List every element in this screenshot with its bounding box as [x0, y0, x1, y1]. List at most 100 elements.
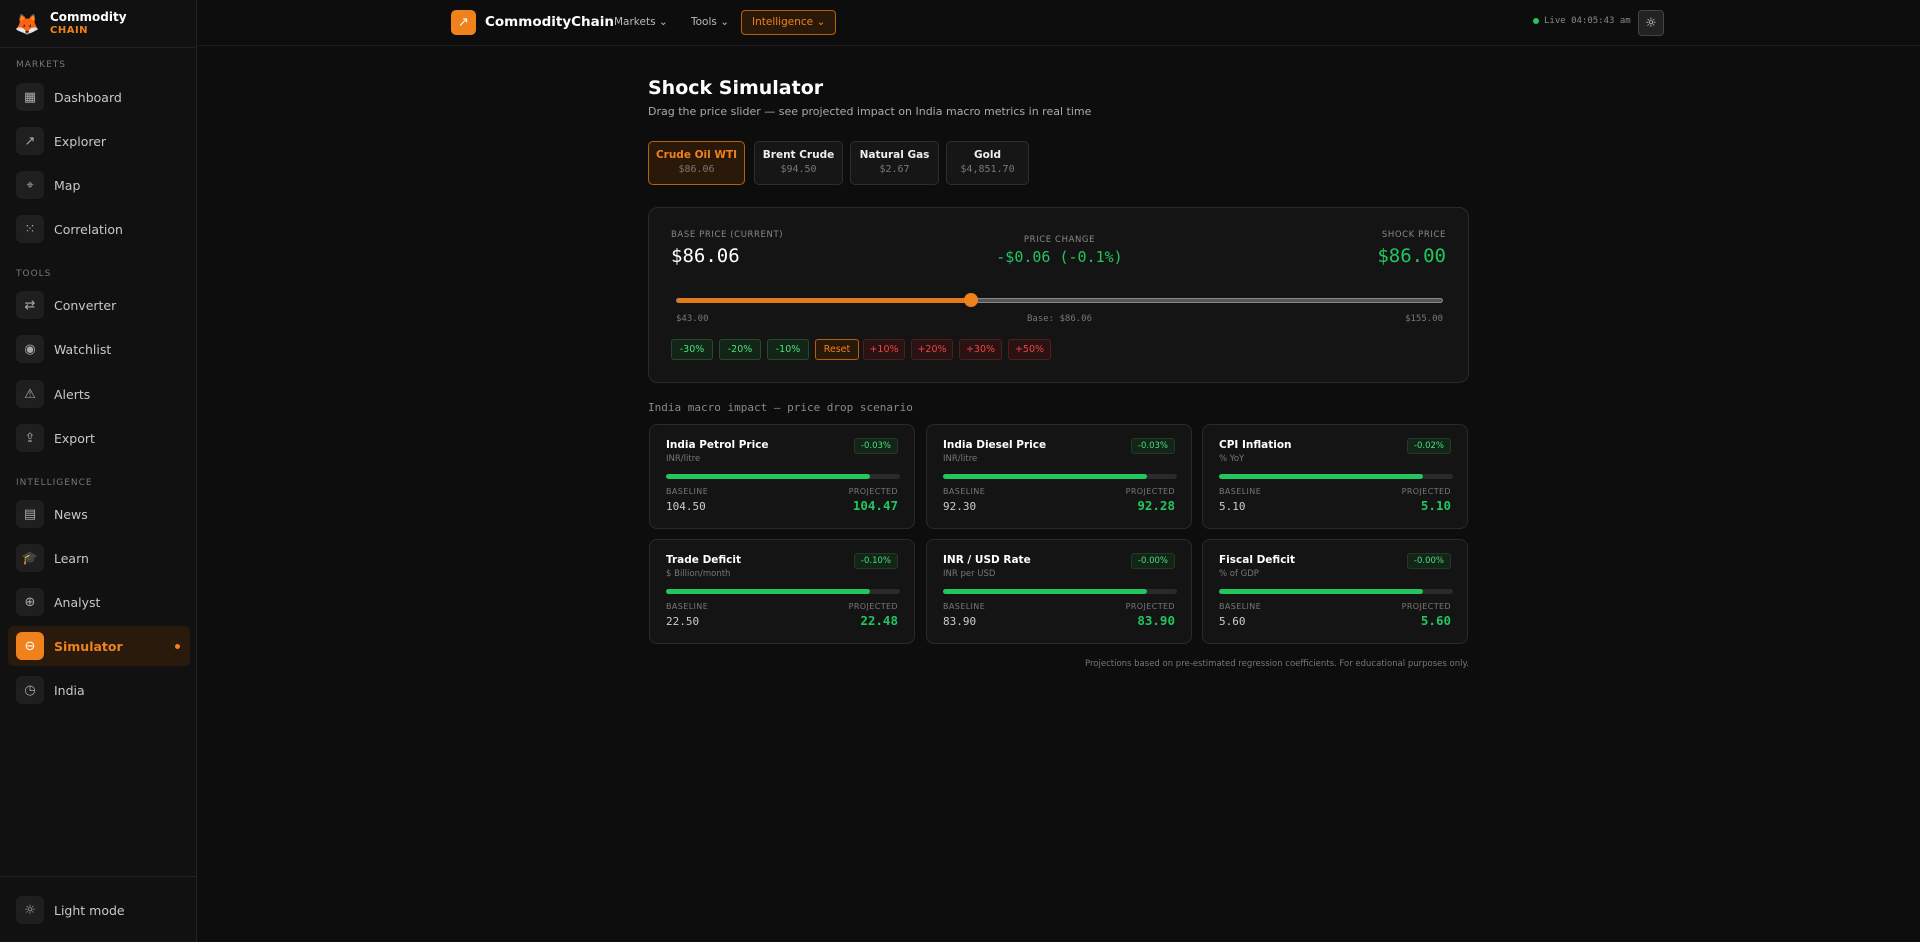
preset-plus-30-button[interactable]: +30% — [959, 339, 1002, 360]
card-title: India Diesel Price — [943, 439, 1047, 451]
light-mode-label: Light mode — [54, 902, 125, 918]
sidebar-item-label: Simulator — [54, 638, 123, 654]
live-clock: Live 04:05:43 am — [1533, 16, 1631, 26]
slider-base-label: Base: $86.06 — [1026, 314, 1093, 324]
projected-label: PROJECTED — [1125, 487, 1175, 496]
impact-card-fiscal-deficit: Fiscal Deficit % of GDP -0.00% BASELINE … — [1202, 539, 1468, 644]
sidebar-item-label: Alerts — [54, 386, 91, 402]
impact-bar — [1219, 474, 1453, 479]
sidebar-item-map[interactable]: ⌖ Map — [8, 165, 190, 205]
sidebar-item-correlation[interactable]: ⁙ Correlation — [8, 209, 190, 249]
shock-price-label: SHOCK PRICE — [1381, 230, 1446, 240]
card-unit: % of GDP — [1219, 569, 1259, 579]
footnote: Projections based on pre-estimated regre… — [1085, 659, 1469, 669]
sidebar-item-analyst[interactable]: ⊕ Analyst — [8, 582, 190, 622]
preset-minus-20-button[interactable]: -20% — [719, 339, 761, 360]
trend-icon: ↗ — [16, 127, 44, 155]
menu-intelligence[interactable]: Intelligence ⌄ — [741, 10, 837, 35]
card-unit: INR/litre — [943, 454, 978, 464]
sidebar-item-label: News — [54, 506, 88, 522]
impact-card-inr-usd: INR / USD Rate INR per USD -0.00% BASELI… — [926, 539, 1192, 644]
sidebar-item-label: India — [54, 682, 85, 698]
sidebar-item-learn[interactable]: 🎓 Learn — [8, 538, 190, 578]
sidebar-item-alerts[interactable]: ⚠ Alerts — [8, 374, 190, 414]
grid-icon: ▦ — [16, 83, 44, 111]
menu-tools[interactable]: Tools ⌄ — [691, 16, 729, 28]
sidebar-item-simulator[interactable]: ⊖ Simulator — [8, 626, 190, 666]
impact-bar — [943, 589, 1177, 594]
impact-card-trade-deficit: Trade Deficit $ Billion/month -0.10% BAS… — [649, 539, 915, 644]
sidebar-item-converter[interactable]: ⇄ Converter — [8, 285, 190, 325]
live-time: Live 04:05:43 am — [1544, 16, 1631, 26]
projected-label: PROJECTED — [1401, 602, 1451, 611]
impact-bar-fill — [943, 589, 1147, 594]
sidebar-item-label: Dashboard — [54, 89, 122, 105]
sidebar-item-label: Watchlist — [54, 341, 112, 357]
chevron-down-icon: ⌄ — [720, 16, 730, 28]
menu-tools-label: Tools — [691, 16, 717, 28]
preset-plus-20-button[interactable]: +20% — [911, 339, 953, 360]
brand-name: Commodity — [50, 9, 127, 24]
brand[interactable]: 🦊 Commodity CHAIN — [0, 0, 196, 48]
baseline-value: 92.30 — [943, 500, 977, 513]
active-dot — [175, 643, 180, 649]
projected-label: PROJECTED — [848, 487, 898, 496]
preset-plus-10-button[interactable]: +10% — [863, 339, 905, 360]
change-badge: -0.03% — [853, 438, 898, 454]
sidebar-item-news[interactable]: ▤ News — [8, 494, 190, 534]
tab-price: $4,851.70 — [960, 164, 1015, 175]
tab-natural-gas[interactable]: Natural Gas $2.67 — [850, 141, 939, 185]
price-change-value: -$0.06 (-0.1%) — [996, 248, 1123, 266]
change-badge: -0.00% — [1406, 553, 1451, 569]
tab-gold[interactable]: Gold $4,851.70 — [946, 141, 1029, 185]
preset-minus-10-button[interactable]: -10% — [767, 339, 809, 360]
target-icon: ⊕ — [16, 588, 44, 616]
baseline-label: BASELINE — [1219, 602, 1262, 611]
projected-label: PROJECTED — [1401, 487, 1451, 496]
sidebar-item-india[interactable]: ◷ India — [8, 670, 190, 710]
impact-bar-fill — [943, 474, 1147, 479]
sidebar-item-export[interactable]: ⇪ Export — [8, 418, 190, 458]
impact-bar — [1219, 589, 1453, 594]
sidebar-item-explorer[interactable]: ↗ Explorer — [8, 121, 190, 161]
baseline-label: BASELINE — [943, 487, 986, 496]
reset-button[interactable]: Reset — [815, 339, 859, 360]
upload-icon: ⇪ — [16, 424, 44, 452]
menu-markets[interactable]: Markets ⌄ — [614, 16, 668, 28]
topbar: ↗ CommodityChain Markets ⌄ Tools ⌄ Intel… — [198, 0, 1920, 46]
preset-minus-30-button[interactable]: -30% — [671, 339, 713, 360]
price-slider-track[interactable] — [676, 293, 1443, 307]
projected-label: PROJECTED — [848, 602, 898, 611]
light-mode-toggle[interactable]: ☼ Light mode — [8, 890, 190, 930]
preset-plus-50-button[interactable]: +50% — [1008, 339, 1051, 360]
theme-toggle-button[interactable]: ☼ — [1638, 10, 1664, 36]
fox-logo-icon: 🦊 — [14, 11, 40, 36]
sidebar-item-watchlist[interactable]: ◉ Watchlist — [8, 329, 190, 369]
tab-crude-oil-wti[interactable]: Crude Oil WTI $86.06 — [648, 141, 745, 185]
section-markets: MARKETS — [16, 60, 66, 70]
sidebar-item-dashboard[interactable]: ▦ Dashboard — [8, 77, 190, 117]
baseline-value: 83.90 — [943, 615, 977, 628]
impact-bar — [943, 474, 1177, 479]
brand-sub: CHAIN — [50, 24, 89, 36]
sidebar-item-label: Analyst — [54, 594, 101, 610]
slider-max-label: $155.00 — [1405, 314, 1443, 324]
toggle-icon: ⊖ — [16, 632, 44, 660]
swap-icon: ⇄ — [16, 291, 44, 319]
chart-logo-icon[interactable]: ↗ — [451, 10, 476, 35]
warning-icon: ⚠ — [16, 380, 44, 408]
impact-card-diesel: India Diesel Price INR/litre -0.03% BASE… — [926, 424, 1192, 529]
card-title: Trade Deficit — [666, 554, 742, 566]
card-title: CPI Inflation — [1219, 439, 1292, 451]
impact-card-petrol: India Petrol Price INR/litre -0.03% BASE… — [649, 424, 915, 529]
projected-value: 5.10 — [1420, 498, 1451, 513]
tab-brent-crude[interactable]: Brent Crude $94.50 — [754, 141, 843, 185]
card-title: Fiscal Deficit — [1219, 554, 1296, 566]
price-slider-handle[interactable] — [963, 293, 978, 307]
app-title[interactable]: CommodityChain — [485, 14, 614, 30]
shock-panel: BASE PRICE (CURRENT) $86.06 PRICE CHANGE… — [648, 207, 1469, 383]
card-title: India Petrol Price — [666, 439, 769, 451]
menu-markets-label: Markets — [614, 16, 656, 28]
card-unit: INR/litre — [666, 454, 701, 464]
section-tools: TOOLS — [16, 269, 52, 279]
